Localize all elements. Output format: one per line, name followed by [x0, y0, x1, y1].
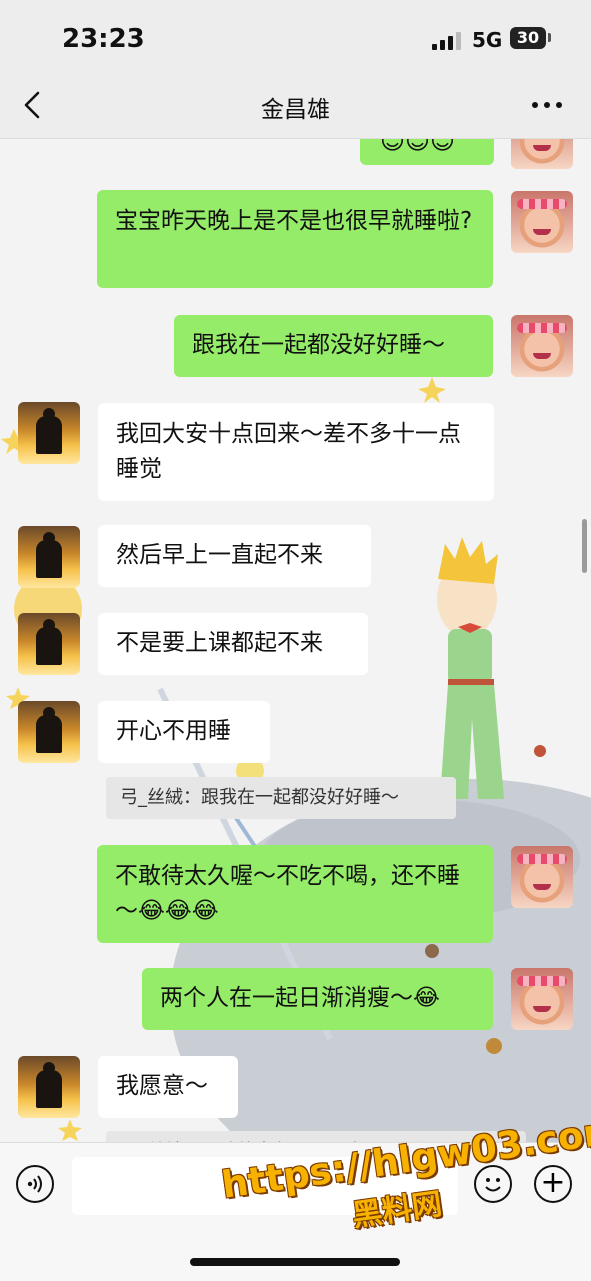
chat-header: 金昌雄: [0, 74, 591, 139]
contact-avatar[interactable]: [18, 701, 80, 763]
emoji-partial: 😊😊😊: [380, 139, 456, 155]
chat-title: 金昌雄: [261, 97, 330, 123]
voice-icon[interactable]: [16, 1165, 54, 1203]
scrollbar[interactable]: [582, 519, 587, 573]
my-avatar[interactable]: [511, 191, 573, 253]
quoted-reply[interactable]: 弓_丝絨：跟我在一起都没好好睡～: [106, 777, 456, 819]
contact-avatar[interactable]: [18, 613, 80, 675]
message-bubble-me[interactable]: 跟我在一起都没好好睡～: [174, 315, 493, 377]
contact-avatar[interactable]: [18, 1056, 80, 1118]
my-avatar[interactable]: [511, 315, 573, 377]
my-avatar[interactable]: [511, 139, 573, 169]
signal-icon: [432, 32, 462, 50]
my-avatar[interactable]: [511, 846, 573, 908]
message-bubble-partial[interactable]: 😊😊😊: [360, 139, 494, 165]
network-type: 5G: [472, 28, 503, 52]
message-bubble-me[interactable]: 不敢待太久喔～不吃不喝，还不睡～😂😂😂: [97, 845, 493, 943]
voice-waves-icon: [27, 1175, 42, 1193]
contact-avatar[interactable]: [18, 526, 80, 588]
message-bubble-me[interactable]: 两个人在一起日渐消瘦～😂: [142, 968, 493, 1030]
my-avatar[interactable]: [511, 968, 573, 1030]
message-bubble-them[interactable]: 我回大安十点回来～差不多十一点睡觉: [98, 403, 494, 501]
message-bubble-them[interactable]: 然后早上一直起不来: [98, 525, 371, 587]
message-bubble-them[interactable]: 开心不用睡: [98, 701, 270, 763]
battery-icon: 30: [510, 27, 546, 49]
message-bubble-them[interactable]: 不是要上课都起不来: [98, 613, 368, 675]
status-bar: 23:23 5G 30: [0, 0, 591, 74]
battery-tip: [548, 33, 551, 42]
more-icon[interactable]: [532, 102, 566, 112]
message-bubble-them[interactable]: 我愿意～: [98, 1056, 238, 1118]
message-bubble-me[interactable]: 宝宝昨天晚上是不是也很早就睡啦?: [97, 190, 493, 288]
contact-avatar[interactable]: [18, 402, 80, 464]
chat-area[interactable]: 😊😊😊 宝宝昨天晚上是不是也很早就睡啦? 跟我在一起都没好好睡～ 我回大安十点回…: [0, 139, 591, 1142]
status-time: 23:23: [62, 24, 145, 54]
